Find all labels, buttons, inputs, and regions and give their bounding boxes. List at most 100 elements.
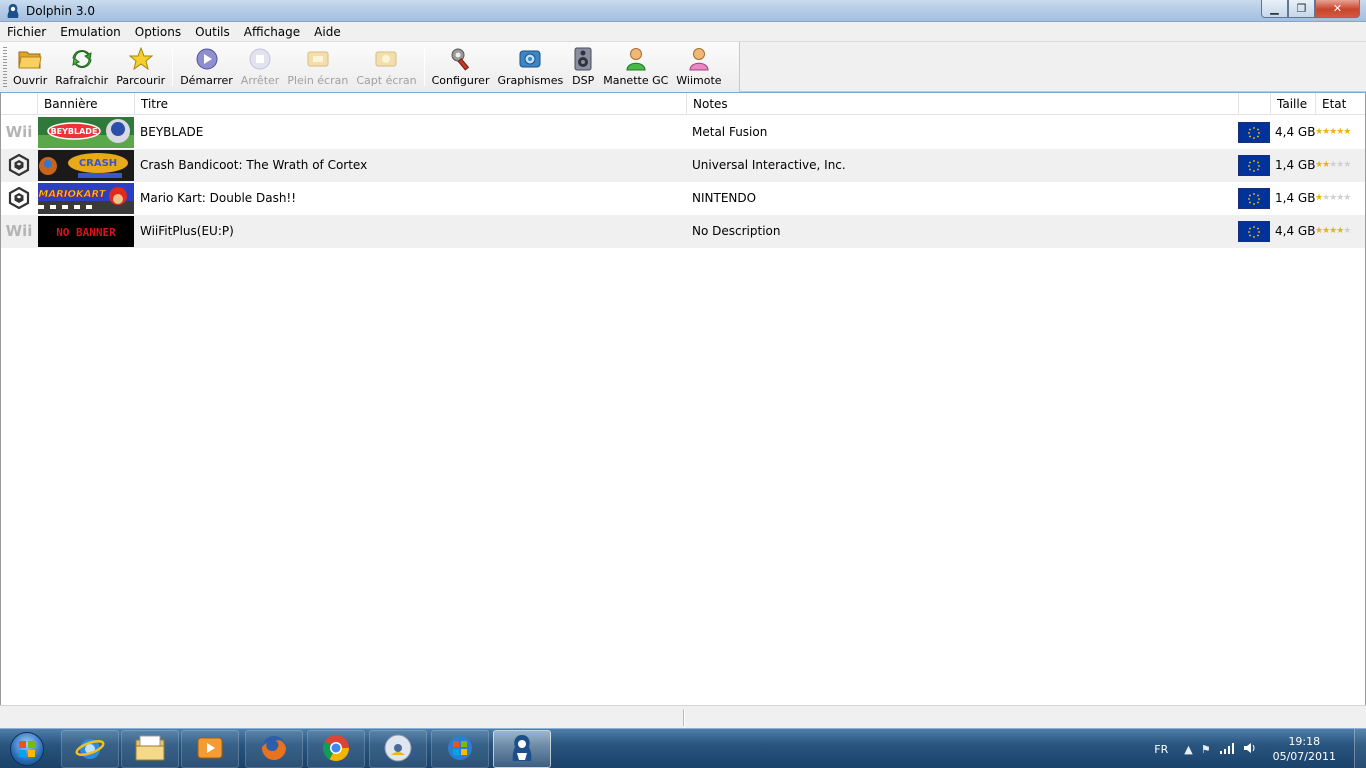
column-platform[interactable] <box>1 93 37 115</box>
platform-gamecube <box>4 149 34 182</box>
toolbar: Ouvrir Rafraîchir Parcourir Démarrer Arr… <box>0 42 740 92</box>
clock[interactable]: 19:18 05/07/2011 <box>1273 734 1336 764</box>
game-banner: BEYBLADE <box>38 117 134 148</box>
taskbar-explorer[interactable] <box>121 730 179 768</box>
toolbar-grip[interactable] <box>3 47 7 87</box>
speaker-icon <box>571 47 595 71</box>
fullscreen-button[interactable]: Plein écran <box>283 42 352 92</box>
taskbar-dolphin[interactable] <box>493 730 551 768</box>
game-notes: Metal Fusion <box>692 125 768 139</box>
clock-date: 05/07/2011 <box>1272 750 1336 763</box>
media-player-icon <box>196 734 224 765</box>
column-notes[interactable]: Notes <box>686 93 1238 115</box>
wiimote-button[interactable]: Wiimote <box>672 42 725 92</box>
taskbar-disc-app[interactable] <box>369 730 427 768</box>
taskbar-media-player[interactable] <box>181 730 239 768</box>
table-row[interactable]: CRASH Crash Bandicoot: The Wrath of Cort… <box>1 149 1365 182</box>
action-center-flag-icon[interactable]: ⚑ <box>1201 743 1211 756</box>
refresh-icon <box>70 47 94 71</box>
game-title: Mario Kart: Double Dash!! <box>140 191 297 205</box>
game-title: BEYBLADE <box>140 125 204 139</box>
network-signal-icon[interactable] <box>1219 742 1235 757</box>
taskbar-firefox[interactable] <box>245 730 303 768</box>
gc-pad-label: Manette GC <box>603 74 669 87</box>
configure-label: Configurer <box>431 74 490 87</box>
table-row[interactable]: Wii BEYBLADE BEYBLADE Metal Fusion 4,4 G… <box>1 116 1365 149</box>
close-icon: ✕ <box>1332 2 1343 15</box>
system-tray: FR ▲ ⚑ 19:18 05/07/2011 <box>1154 729 1366 768</box>
minimize-button[interactable]: ▁ <box>1261 0 1288 18</box>
screenshot-label: Capt écran <box>356 74 417 87</box>
close-button[interactable]: ✕ <box>1315 0 1360 18</box>
rating-stars: ★★★★★ <box>1315 193 1351 203</box>
stop-icon <box>248 47 272 71</box>
status-bar <box>0 705 1366 728</box>
rating-stars: ★★★★★ <box>1315 127 1351 137</box>
open-button[interactable]: Ouvrir <box>9 42 51 92</box>
show-hidden-icons-icon[interactable]: ▲ <box>1184 743 1192 756</box>
play-label: Démarrer <box>180 74 233 87</box>
title-bar: Dolphin 3.0 ▁ ❐ ✕ <box>0 0 1366 22</box>
stop-button[interactable]: Arrêter <box>237 42 284 92</box>
rating-stars: ★★★★★ <box>1315 226 1351 236</box>
gamecube-icon <box>8 153 30 177</box>
volume-icon[interactable] <box>1243 742 1257 757</box>
game-size: 4,4 GB <box>1275 125 1316 139</box>
menu-fichier[interactable]: Fichier <box>0 25 53 39</box>
minimize-icon: ▁ <box>1270 2 1279 15</box>
column-region[interactable] <box>1238 93 1270 115</box>
browse-button[interactable]: Parcourir <box>112 42 169 92</box>
browse-label: Parcourir <box>116 74 166 87</box>
internet-explorer-icon <box>75 733 105 766</box>
gc-pad-button[interactable]: Manette GC <box>599 42 672 92</box>
camera-icon <box>374 47 398 71</box>
play-icon <box>195 47 219 71</box>
maximize-button[interactable]: ❐ <box>1288 0 1315 18</box>
graphics-button[interactable]: Graphismes <box>493 42 567 92</box>
screenshot-button[interactable]: Capt écran <box>352 42 420 92</box>
column-title[interactable]: Titre <box>134 93 686 115</box>
game-notes: NINTENDO <box>692 191 757 205</box>
wrench-icon <box>449 47 473 71</box>
column-state[interactable]: Etat <box>1315 93 1365 115</box>
eu-flag-icon <box>1238 221 1270 242</box>
game-size: 1,4 GB <box>1275 158 1316 172</box>
dolphin-app-icon <box>5 3 21 19</box>
menu-outils[interactable]: Outils <box>188 25 237 39</box>
fullscreen-label: Plein écran <box>287 74 349 87</box>
language-indicator[interactable]: FR <box>1154 743 1168 756</box>
show-desktop-button[interactable] <box>1354 729 1366 768</box>
configure-button[interactable]: Configurer <box>428 42 494 92</box>
wii-logo: Wii <box>5 123 33 141</box>
game-list[interactable]: Bannière Titre Notes Taille Etat Wii BEY… <box>0 93 1366 705</box>
menu-emulation[interactable]: Emulation <box>53 25 128 39</box>
taskbar-internet-explorer[interactable] <box>61 730 119 768</box>
game-banner: MARIOKART <box>38 183 134 214</box>
banner-text: CRASH <box>79 158 117 169</box>
column-size[interactable]: Taille <box>1270 93 1315 115</box>
toolbar-separator <box>172 48 174 86</box>
table-row[interactable]: Wii NO BANNER WiiFitPlus(EU:P) No Descri… <box>1 215 1365 248</box>
rating-stars: ★★★★★ <box>1315 160 1351 170</box>
start-button[interactable] <box>3 730 51 768</box>
menu-aide[interactable]: Aide <box>307 25 348 39</box>
graphics-card-icon <box>518 47 542 71</box>
open-label: Ouvrir <box>13 74 48 87</box>
eu-flag-icon <box>1238 122 1270 143</box>
dsp-button[interactable]: DSP <box>567 42 599 92</box>
game-notes: Universal Interactive, Inc. <box>692 158 846 172</box>
folder-icon <box>18 47 42 71</box>
banner-text: BEYBLADE <box>51 127 98 136</box>
stop-label: Arrêter <box>240 74 280 87</box>
game-size: 4,4 GB <box>1275 224 1316 238</box>
toolbar-separator <box>423 48 425 86</box>
refresh-button[interactable]: Rafraîchir <box>51 42 112 92</box>
taskbar-windows-update[interactable] <box>431 730 489 768</box>
taskbar-chrome[interactable] <box>307 730 365 768</box>
menu-affichage[interactable]: Affichage <box>237 25 307 39</box>
menu-options[interactable]: Options <box>128 25 188 39</box>
column-banner[interactable]: Bannière <box>37 93 134 115</box>
play-button[interactable]: Démarrer <box>176 42 237 92</box>
table-row[interactable]: MARIOKART Mario Kart: Double Dash!! NINT… <box>1 182 1365 215</box>
gamecube-icon <box>8 186 30 210</box>
